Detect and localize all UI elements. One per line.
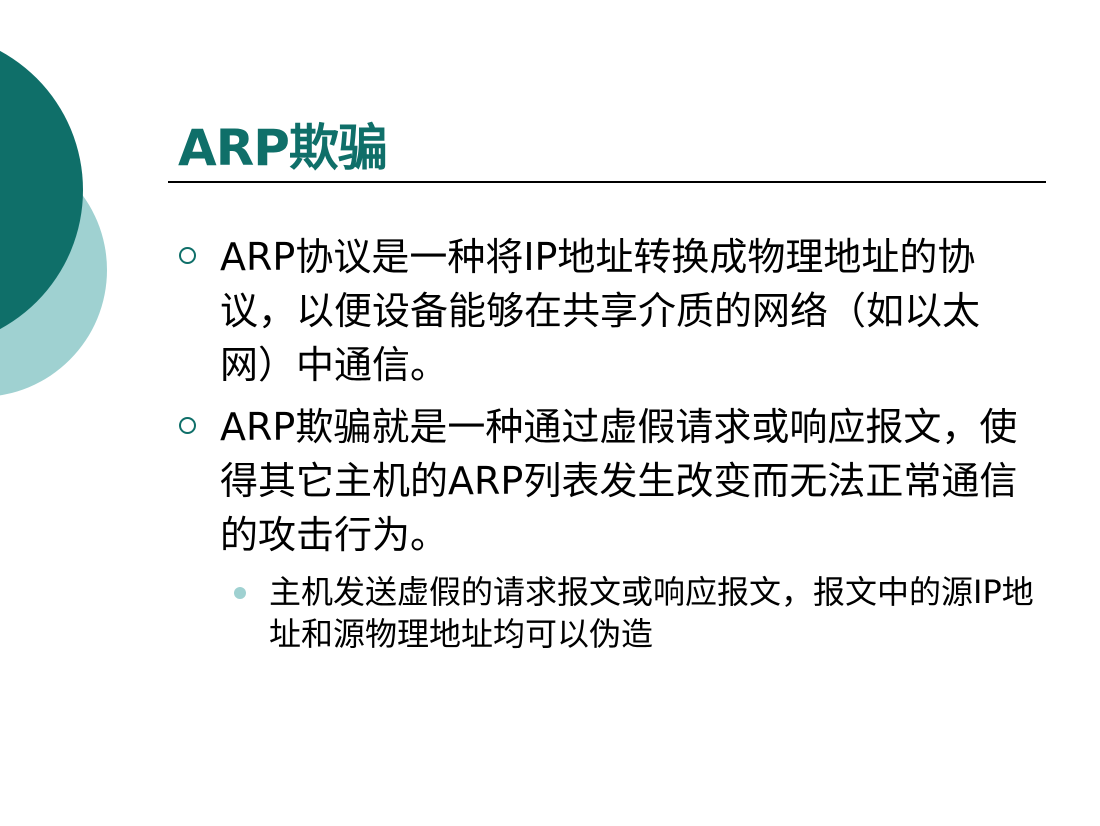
title-underline <box>168 181 1046 183</box>
bullet-item-2: ARP欺骗就是一种通过虚假请求或响应报文，使得其它主机的ARP列表发生改变而无法… <box>179 400 1020 562</box>
slide: ARP欺骗 ARP协议是一种将IP地址转换成物理地址的协议，以便设备能够在共享介… <box>0 0 1100 826</box>
sub-bullet-text-1: 主机发送虚假的请求报文或响应报文，报文中的源IP地址和源物理地址均可以伪造 <box>269 573 1034 653</box>
hollow-circle-bullet-icon <box>179 247 196 264</box>
slide-title: ARP欺骗 <box>178 119 388 177</box>
hollow-circle-bullet-icon <box>179 417 196 434</box>
bullet-item-1: ARP协议是一种将IP地址转换成物理地址的协议，以便设备能够在共享介质的网络（如… <box>179 230 1020 392</box>
filled-dot-bullet-icon <box>234 587 246 599</box>
bullet-text-2: ARP欺骗就是一种通过虚假请求或响应报文，使得其它主机的ARP列表发生改变而无法… <box>220 405 1018 557</box>
sub-bullet-item-1: 主机发送虚假的请求报文或响应报文，报文中的源IP地址和源物理地址均可以伪造 <box>234 571 1049 655</box>
bullet-text-1: ARP协议是一种将IP地址转换成物理地址的协议，以便设备能够在共享介质的网络（如… <box>220 235 981 387</box>
